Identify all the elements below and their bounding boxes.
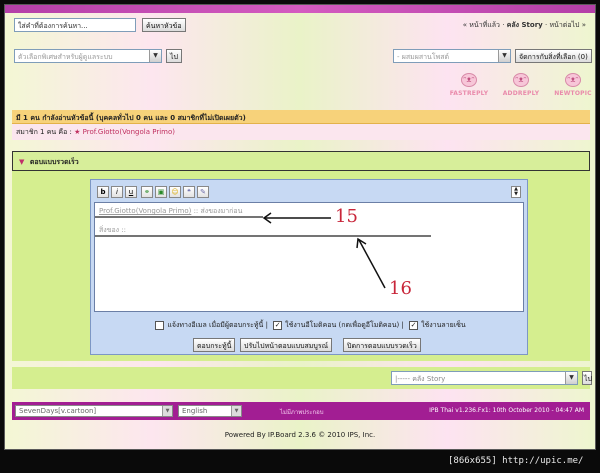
multi-moderation-value: - ผสมผสานโพสต์	[397, 53, 450, 61]
browser-page: ใส่คำที่ต้องการค้นหา... ค้นหาหัวข้อ « หน…	[4, 4, 596, 450]
multi-moderation-select[interactable]: - ผสมผสานโพสต์ ▼	[393, 49, 511, 63]
cartoon-face-icon: ᵔᴥᵔ	[461, 73, 477, 87]
chevron-down-icon: ▼	[162, 406, 172, 416]
signature-checkbox[interactable]: ✓	[409, 320, 419, 330]
chevron-down-icon: ▼	[498, 50, 510, 62]
cartoon-face-icon: ᵔᴥᵔ	[513, 73, 529, 87]
textarea-line-2: สิ่งของ ::	[99, 226, 127, 234]
top-row: ใส่คำที่ต้องการค้นหา... ค้นหาหัวข้อ « หน…	[12, 16, 590, 36]
quick-reply-body: b i u ⚭ ▣ ☺ ❝ ✎ ▲ ▼ Prof.Giotto(Vongola P…	[12, 171, 590, 361]
quote-icon[interactable]: ❝	[183, 186, 195, 198]
search-input[interactable]: ใส่คำที่ต้องการค้นหา...	[14, 18, 136, 32]
next-page-link[interactable]: หน้าต่อไป »	[549, 21, 586, 29]
chevron-down-icon: ▼	[565, 372, 577, 384]
forum-link[interactable]: คลัง Story	[507, 21, 543, 29]
reply-options: แจ้งทางอีเมล เมื่อมีผู้ตอบกระทู้นี้ | ✓ ใ…	[91, 320, 527, 331]
chevron-down-icon: ▼	[149, 50, 161, 62]
emoticons-checkbox[interactable]: ✓	[273, 320, 283, 330]
forum-jump-select[interactable]: |----- คลัง Story ▼	[391, 371, 578, 385]
moderation-row: ตัวเลือกพิเศษสำหรับผู้ดูแลระบบ ▼ ไป - ผส…	[12, 47, 592, 67]
emoticons-label[interactable]: ใช้งานอีโมติคอน (กดเพื่อดูอีโมติคอน)	[285, 321, 399, 329]
resize-toggle-icon[interactable]: ▲ ▼	[511, 186, 521, 198]
top-accent-bar	[5, 5, 595, 13]
active-users-list: สมาชิก 1 คน คือ : ★ Prof.Giotto(Vongola …	[12, 124, 590, 140]
newtopic-label: NEWTOPIC	[554, 90, 592, 97]
powered-by: Powered By IP.Board 2.3.6 © 2010 IPS, In…	[224, 431, 376, 439]
spellcheck-icon[interactable]: ✎	[197, 186, 209, 198]
post-reply-button[interactable]: ตอบกระทู้นี้	[193, 338, 236, 352]
underline-icon[interactable]: u	[125, 186, 137, 198]
members-label: สมาชิก 1 คน คือ :	[16, 128, 72, 136]
newtopic-button[interactable]: ᵔᴥᵔ NEWTOPIC	[551, 73, 595, 103]
signature-label: ใช้งานลายเซ็น	[421, 321, 466, 329]
italic-icon[interactable]: i	[111, 186, 123, 198]
mod-options-value: ตัวเลือกพิเศษสำหรับผู้ดูแลระบบ	[18, 53, 113, 61]
active-users-header: มี 1 คน กำลังอ่านหัวข้อนี้ (บุคคลทั่วไป …	[12, 110, 590, 124]
textarea-line-1: Prof.Giotto(Vongola Primo) :: ส่งของมาก่…	[99, 206, 519, 217]
annotation-number-16: 16	[389, 278, 412, 299]
textarea-line-1-rest: :: ส่งของมาก่อน	[191, 207, 243, 215]
addreply-button[interactable]: ᵔᴥᵔ ADDREPLY	[499, 73, 543, 103]
image-icon[interactable]: ▣	[155, 186, 167, 198]
image-caption: [866x655] http://upic.me/	[448, 456, 584, 466]
manage-selected-button[interactable]: จัดการกับสิ่งที่เลือก (0)	[515, 49, 592, 63]
reply-textarea[interactable]: Prof.Giotto(Vongola Primo) :: ส่งของมาก่…	[94, 202, 524, 312]
nav-separator: ·	[502, 21, 505, 29]
collapse-arrow-icon[interactable]: ▼	[19, 158, 24, 166]
smiley-icon[interactable]: ☺	[169, 186, 181, 198]
addreply-label: ADDREPLY	[502, 90, 540, 97]
forum-jump-go-button[interactable]: ไป	[582, 371, 592, 385]
mod-options-select[interactable]: ตัวเลือกพิเศษสำหรับผู้ดูแลระบบ ▼	[14, 49, 162, 63]
mod-go-button[interactable]: ไป	[166, 49, 182, 63]
bold-icon[interactable]: b	[97, 186, 109, 198]
track-topic-checkbox[interactable]	[155, 320, 165, 330]
member-link[interactable]: Prof.Giotto(Vongola Primo)	[83, 128, 175, 136]
forum-jump-bar: |----- คลัง Story ▼ ไป	[12, 367, 592, 389]
editor-panel: b i u ⚭ ▣ ☺ ❝ ✎ ▲ ▼ Prof.Giotto(Vongola P…	[90, 179, 528, 355]
chevron-down-icon: ▼	[231, 406, 241, 416]
cartoon-face-icon: ᵔᴥᵔ	[565, 73, 581, 87]
submit-row: ตอบกระทู้นี้ ปรับไปหน้าตอบแบบสมบูรณ์ ปิด…	[91, 338, 527, 352]
version-text: IPB Thai v1.236.Fx1: 10th October 2010 -…	[429, 407, 584, 414]
language-value: English	[182, 407, 208, 415]
fastreply-button[interactable]: ᵔᴥᵔ FASTREPLY	[447, 73, 491, 103]
nav-separator: ·	[544, 21, 548, 29]
skin-select[interactable]: SevenDays[v.cartoon] ▼	[15, 405, 173, 417]
prev-page-link[interactable]: « หน้าที่แล้ว	[463, 21, 500, 29]
full-editor-button[interactable]: ปรับไปหน้าตอบแบบสมบูรณ์	[240, 338, 333, 352]
quick-reply-header[interactable]: ▼ ตอบแบบรวดเร็ว	[12, 151, 590, 171]
fastreply-label: FASTREPLY	[449, 90, 489, 97]
topic-navigation: « หน้าที่แล้ว · คลัง Story · หน้าต่อไป »	[463, 20, 586, 31]
forum-jump-value: |----- คลัง Story	[395, 375, 446, 383]
skin-value: SevenDays[v.cartoon]	[19, 407, 97, 415]
language-select[interactable]: English ▼	[178, 405, 242, 417]
quick-reply-title: ตอบแบบรวดเร็ว	[29, 158, 79, 166]
track-topic-label: แจ้งทางอีเมล เมื่อมีผู้ตอบกระทู้นี้	[167, 321, 264, 329]
link-icon[interactable]: ⚭	[141, 186, 153, 198]
footer-bar: SevenDays[v.cartoon] ▼ English ▼ ไม่มีภา…	[12, 402, 590, 420]
star-icon: ★	[74, 128, 81, 136]
close-quick-reply-button[interactable]: ปิดการตอบแบบรวดเร็ว	[343, 338, 421, 352]
textarea-username: Prof.Giotto(Vongola Primo)	[99, 207, 192, 215]
annotation-number-15: 15	[335, 206, 358, 227]
search-button[interactable]: ค้นหาหัวข้อ	[142, 18, 186, 32]
no-pictures-link[interactable]: ไม่มีภาพประกอบ	[280, 407, 324, 417]
